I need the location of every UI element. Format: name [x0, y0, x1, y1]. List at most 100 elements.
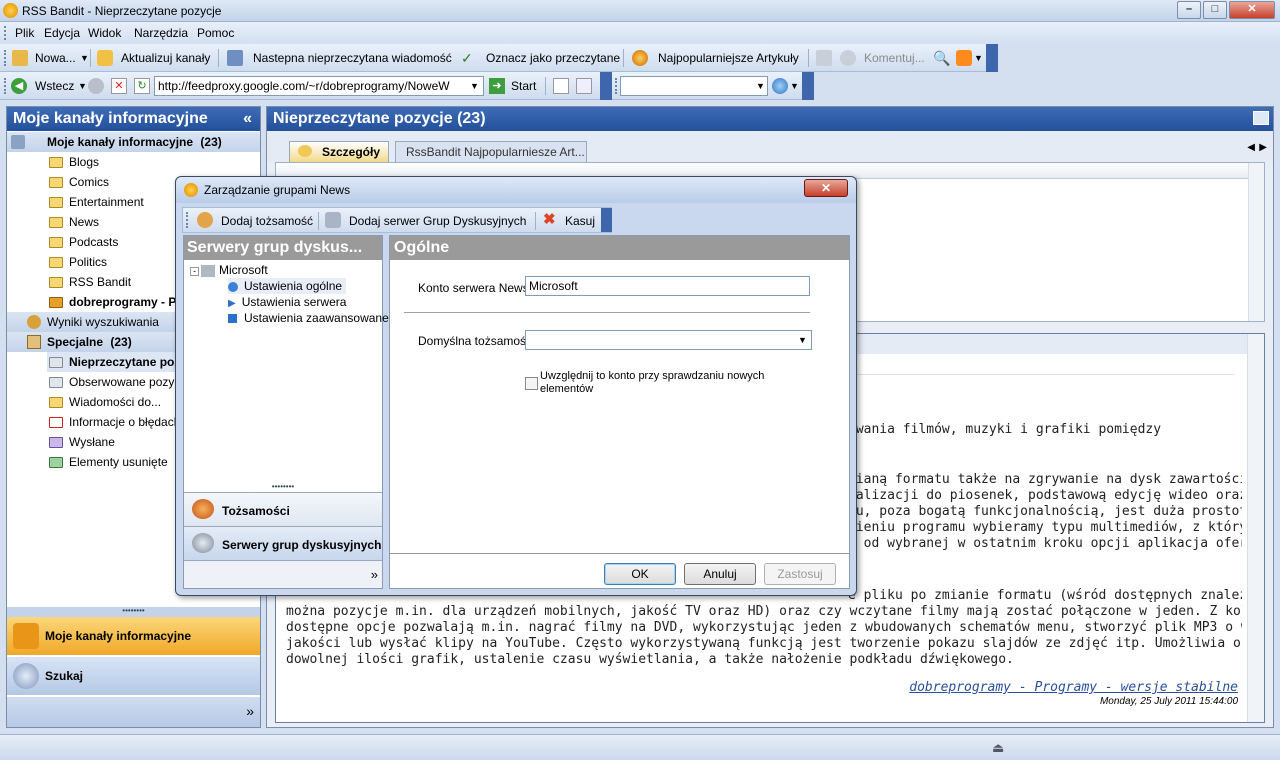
- delete-icon: ✖: [543, 211, 556, 228]
- tab-scroll-left-icon[interactable]: ◀: [1247, 142, 1255, 153]
- next-unread-button[interactable]: Nastepna nieprzeczytana wiadomość: [253, 51, 452, 65]
- folder-entertainment[interactable]: Entertainment: [49, 192, 144, 212]
- url-input[interactable]: http://feedproxy.google.com/~r/dobreprog…: [154, 76, 484, 96]
- minimize-button[interactable]: –: [1177, 1, 1201, 19]
- special-item-messages[interactable]: Wiadomości do...: [49, 392, 161, 412]
- tab-label: RssBandit Najpopularniesze Art...: [406, 145, 585, 159]
- menu-view[interactable]: Widok: [88, 26, 121, 40]
- mark-read-button[interactable]: Oznacz jako przeczytane: [486, 51, 620, 65]
- folder-label: Politics: [69, 255, 108, 269]
- tab-details[interactable]: Szczegóły: [289, 141, 389, 162]
- collapse-pane-icon[interactable]: «: [243, 110, 252, 128]
- root-feeds-count: (23): [200, 135, 222, 149]
- nav-search-button[interactable]: Szukaj: [7, 657, 260, 695]
- search-icon[interactable]: 🔍: [933, 50, 950, 66]
- menu-file[interactable]: Plik: [15, 26, 34, 40]
- menu-help[interactable]: Pomoc: [197, 26, 234, 40]
- collapse-icon[interactable]: -: [190, 267, 199, 276]
- back-button[interactable]: Wstecz: [35, 79, 74, 93]
- add-identity-button[interactable]: Dodaj tożsamość: [221, 214, 313, 228]
- root-feeds-node[interactable]: Moje kanały informacyjne (23): [7, 132, 260, 152]
- special-item-label: Informacje o błędach: [69, 415, 181, 429]
- include-account-checkbox[interactable]: [525, 377, 538, 390]
- toolbar-overflow-button[interactable]: [601, 208, 612, 232]
- nav-splitter[interactable]: ••••••••: [7, 607, 260, 617]
- popular-articles-button[interactable]: Najpopularniejsze Artykuły: [658, 51, 799, 65]
- back-dropdown-icon[interactable]: ▼: [78, 81, 87, 91]
- search-engine-dropdown-icon[interactable]: ▼: [790, 81, 799, 91]
- nav-splitter[interactable]: ••••••••: [184, 483, 382, 492]
- folder-rss-bandit[interactable]: RSS Bandit: [49, 272, 131, 292]
- add-server-button[interactable]: Dodaj serwer Grup Dyskusyjnych: [349, 214, 526, 228]
- chevron-right-icon[interactable]: »: [246, 703, 254, 719]
- web-search-input[interactable]: [620, 76, 768, 96]
- server-tree-header: Serwery grup dyskus...: [184, 236, 382, 260]
- apply-button[interactable]: Zastosuj: [764, 563, 836, 585]
- nav-identities-button[interactable]: Tożsamości: [184, 492, 382, 526]
- source-link[interactable]: dobreprogramy - Programy - wersje stabil…: [909, 680, 1238, 695]
- window-title: RSS Bandit - Nieprzeczytane pozycje: [22, 4, 222, 18]
- new-button[interactable]: Nowa...: [35, 51, 76, 65]
- refresh-feeds-button[interactable]: Aktualizuj kanały: [121, 51, 210, 65]
- comment-button[interactable]: Komentuj...: [864, 51, 925, 65]
- document-icon[interactable]: [576, 78, 592, 94]
- folder-comics[interactable]: Comics: [49, 172, 109, 192]
- search-results-label: Wyniki wyszukiwania: [47, 315, 159, 329]
- nav-feeds-button[interactable]: Moje kanały informacyjne: [7, 617, 260, 655]
- server-icon: [201, 264, 215, 277]
- menu-tools[interactable]: Narzędzia: [134, 26, 188, 40]
- folder-news[interactable]: News: [49, 212, 99, 232]
- tree-item-advanced[interactable]: Ustawienia zaawansowane: [228, 310, 389, 326]
- maximize-button[interactable]: □: [1203, 1, 1227, 19]
- forward-arrow-icon[interactable]: [88, 78, 104, 94]
- item-list-scrollbar[interactable]: [1248, 163, 1264, 321]
- special-item-watched[interactable]: Obserwowane pozycj: [49, 372, 183, 392]
- identity-dropdown-icon[interactable]: ▼: [798, 335, 807, 345]
- tree-item-server[interactable]: ▶ Ustawienia serwera: [228, 294, 346, 310]
- special-folder-icon: [27, 335, 41, 349]
- toolbar-overflow-button[interactable]: [986, 44, 998, 72]
- folder-podcasts[interactable]: Podcasts: [49, 232, 118, 252]
- folder-politics[interactable]: Politics: [49, 252, 107, 272]
- server-node-microsoft[interactable]: - Microsoft: [190, 262, 268, 278]
- nav-servers-button[interactable]: Serwery grup dyskusyjnych: [184, 526, 382, 560]
- toolbar-overflow-button[interactable]: [600, 72, 612, 100]
- new-dropdown-icon[interactable]: ▼: [80, 53, 89, 63]
- error-report-icon: [49, 417, 63, 429]
- special-item-errors[interactable]: Informacje o błędach: [49, 412, 180, 432]
- toolbar-overflow-button[interactable]: [802, 72, 814, 100]
- rss-dropdown-icon[interactable]: ▼: [974, 53, 983, 63]
- reload-icon[interactable]: ↻: [134, 78, 150, 94]
- identities-icon: [192, 499, 214, 519]
- special-item-deleted[interactable]: Elementy usunięte: [49, 452, 168, 472]
- rss-icon[interactable]: [956, 50, 972, 66]
- search-dropdown-icon[interactable]: ▼: [756, 81, 765, 91]
- dialog-close-button[interactable]: ✕: [804, 179, 848, 197]
- menu-edit[interactable]: Edycja: [44, 26, 80, 40]
- new-page-icon[interactable]: [553, 78, 569, 94]
- account-input[interactable]: Microsoft: [525, 276, 810, 296]
- tab-scroll-right-icon[interactable]: ▶: [1259, 142, 1267, 153]
- chevron-right-icon[interactable]: »: [371, 567, 378, 582]
- article-scrollbar[interactable]: [1247, 334, 1264, 722]
- details-tab-icon: [298, 145, 312, 157]
- include-account-label-2: elementów: [540, 383, 594, 395]
- url-dropdown-icon[interactable]: ▼: [470, 81, 479, 91]
- start-button[interactable]: Start: [511, 79, 536, 93]
- feed-dobreprogramy[interactable]: dobreprogramy - Pr: [49, 292, 181, 312]
- stop-icon[interactable]: ✕: [111, 78, 127, 94]
- folder-blogs[interactable]: Blogs: [49, 152, 99, 172]
- ok-button[interactable]: OK: [604, 563, 676, 585]
- identity-select[interactable]: [525, 330, 812, 350]
- layout-toggle-icon[interactable]: [1253, 111, 1269, 125]
- watched-icon: [49, 377, 63, 389]
- cancel-button[interactable]: Anuluj: [684, 563, 756, 585]
- search-engine-icon[interactable]: [772, 78, 788, 94]
- special-item-sent[interactable]: Wysłane: [49, 432, 115, 452]
- tab-popular[interactable]: RssBandit Najpopularniesze Art...: [395, 141, 587, 162]
- close-button[interactable]: ✕: [1229, 1, 1275, 19]
- delete-button[interactable]: Kasuj: [565, 214, 595, 228]
- tree-item-general[interactable]: Ustawienia ogólne: [228, 278, 347, 294]
- toolbar-grip: [4, 50, 7, 66]
- feed-icon: [49, 297, 63, 309]
